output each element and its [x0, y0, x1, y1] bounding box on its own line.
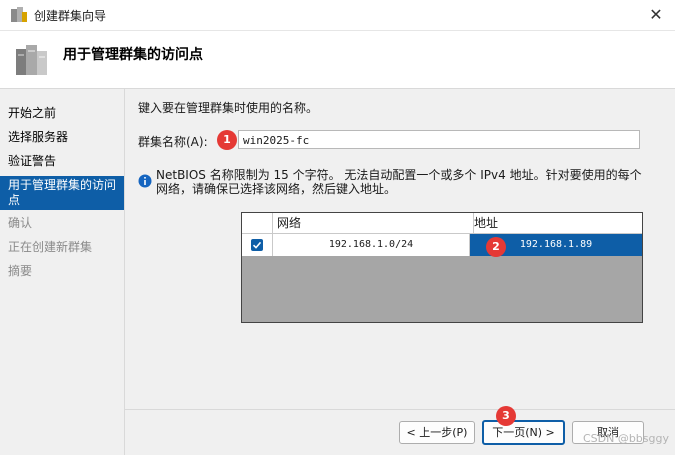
footer-separator — [125, 409, 675, 410]
row-check-cell — [242, 234, 273, 256]
annotation-marker-2: 2 — [486, 237, 506, 257]
window-title: 创建群集向导 — [34, 9, 107, 23]
step-validation-warning[interactable]: 验证警告 — [0, 154, 124, 169]
step-summary: 摘要 — [8, 264, 33, 278]
step-confirmation: 确认 — [8, 216, 33, 230]
title-bar: 创建群集向导 ✕ — [0, 0, 675, 31]
step-select-servers[interactable]: 选择服务器 — [0, 130, 124, 145]
main-panel: 键入要在管理群集时使用的名称。 群集名称(A): 1 win2025-fc Ne… — [125, 89, 675, 409]
step-before-you-begin[interactable]: 开始之前 — [0, 106, 124, 121]
info-message: NetBIOS 名称限制为 15 个字符。 无法自动配置一个或多个 IPv4 地… — [156, 168, 642, 196]
previous-button[interactable]: < 上一步(P) — [399, 421, 475, 444]
info-icon — [138, 174, 152, 188]
table-header: 网络 地址 — [242, 213, 642, 234]
annotation-marker-3: 3 — [496, 406, 516, 426]
step-access-point[interactable]: 用于管理群集的访问点 — [0, 176, 124, 210]
network-cell: 192.168.1.0/24 — [273, 234, 470, 256]
close-button[interactable]: ✕ — [637, 0, 675, 30]
cluster-app-icon — [11, 7, 27, 22]
column-header-address[interactable]: 地址 — [470, 213, 642, 233]
column-header-network[interactable]: 网络 — [273, 213, 474, 233]
table-row[interactable]: 192.168.1.0/24 192.168.1.89 — [242, 234, 642, 256]
watermark-text: CSDN @bbsggy — [582, 432, 669, 445]
network-checkbox[interactable] — [251, 239, 263, 251]
instruction-text: 键入要在管理群集时使用的名称。 — [138, 101, 319, 115]
cluster-servers-icon — [16, 45, 47, 75]
wizard-steps-sidebar: 开始之前 选择服务器 验证警告 用于管理群集的访问点 确认 正在创建新群集 摘要 — [0, 89, 125, 455]
step-creating-cluster: 正在创建新群集 — [8, 240, 93, 254]
wizard-header: 用于管理群集的访问点 — [0, 31, 675, 89]
page-title: 用于管理群集的访问点 — [63, 47, 203, 63]
network-table: 网络 地址 192.168.1.0/24 192.168.1.89 2 — [241, 212, 643, 323]
annotation-marker-1: 1 — [217, 130, 237, 150]
header-check-cell — [242, 213, 273, 233]
cluster-name-input[interactable]: win2025-fc — [238, 130, 640, 149]
cluster-name-label: 群集名称(A): — [138, 135, 208, 149]
next-button[interactable]: 下一页(N) > — [482, 420, 565, 445]
